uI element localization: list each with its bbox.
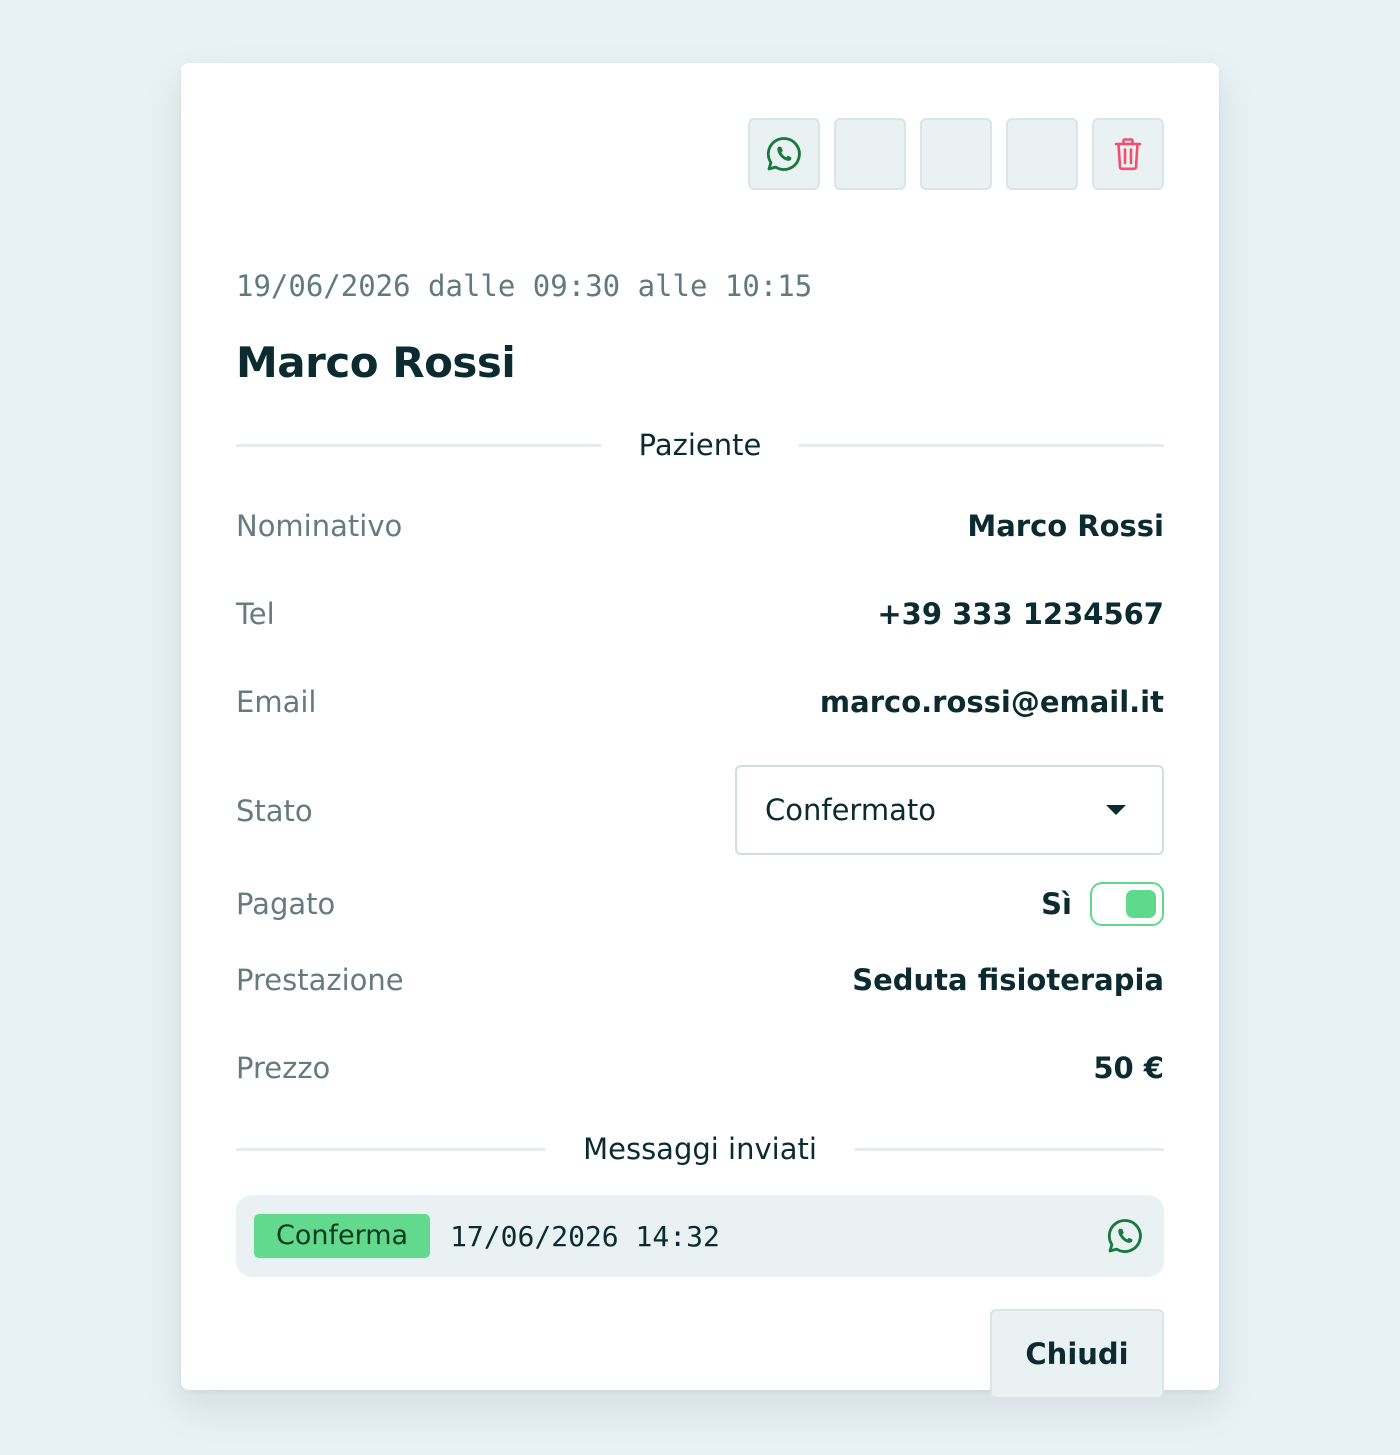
action-button-4[interactable]: [1006, 118, 1078, 190]
name-row: Nominativo Marco Rossi: [236, 504, 1164, 548]
paid-label: Pagato: [236, 887, 336, 921]
divider-line: [854, 1147, 1164, 1151]
sent-message-item: Conferma 17/06/2026 14:32: [236, 1195, 1164, 1277]
action-toolbar: [748, 118, 1164, 190]
service-value: Seduta fisioterapia: [852, 963, 1164, 997]
messages-section-heading: Messaggi inviati: [583, 1132, 817, 1166]
paid-toggle[interactable]: [1090, 882, 1164, 926]
dialog-content: 19/06/2026 dalle 09:30 alle 10:15 Marco …: [236, 63, 1165, 1399]
service-label: Prestazione: [236, 963, 404, 997]
close-button[interactable]: Chiudi: [990, 1309, 1164, 1399]
email-row: Email marco.rossi@email.it: [236, 680, 1164, 724]
patient-section-heading: Paziente: [638, 428, 762, 462]
status-selected-value: Confermato: [765, 793, 936, 827]
name-label: Nominativo: [236, 509, 403, 543]
divider-line: [799, 443, 1165, 447]
name-value: Marco Rossi: [967, 509, 1164, 543]
service-row: Prestazione Seduta fisioterapia: [236, 958, 1164, 1002]
whatsapp-icon: [765, 135, 803, 173]
whatsapp-button[interactable]: [748, 118, 820, 190]
paid-row: Pagato Sì: [236, 882, 1164, 926]
divider-line: [236, 443, 601, 447]
action-button-2[interactable]: [834, 118, 906, 190]
phone-value: +39 333 1234567: [877, 597, 1164, 631]
email-label: Email: [236, 685, 317, 719]
phone-row: Tel +39 333 1234567: [236, 592, 1164, 636]
price-row: Prezzo 50 €: [236, 1046, 1164, 1090]
toggle-knob: [1126, 890, 1156, 918]
trash-icon: [1113, 137, 1143, 171]
appointment-title: Marco Rossi: [236, 338, 516, 387]
price-value: 50 €: [1093, 1051, 1164, 1085]
status-label: Stato: [236, 794, 313, 828]
phone-label: Tel: [236, 597, 275, 631]
delete-button[interactable]: [1092, 118, 1164, 190]
paid-control: Sì: [1041, 882, 1164, 926]
message-datetime: 17/06/2026 14:32: [450, 1219, 720, 1253]
price-label: Prezzo: [236, 1051, 331, 1085]
appointment-datetime: 19/06/2026 dalle 09:30 alle 10:15: [236, 269, 813, 303]
status-select[interactable]: Confermato: [735, 765, 1164, 855]
divider-line: [236, 1147, 546, 1151]
email-value: marco.rossi@email.it: [819, 685, 1164, 719]
message-type-badge: Conferma: [254, 1214, 431, 1258]
appointment-dialog: 19/06/2026 dalle 09:30 alle 10:15 Marco …: [181, 63, 1219, 1399]
messages-section-divider: Messaggi inviati: [236, 1129, 1164, 1169]
whatsapp-icon: [1106, 1217, 1144, 1255]
paid-value: Sì: [1041, 887, 1072, 921]
action-button-3[interactable]: [920, 118, 992, 190]
patient-section-divider: Paziente: [236, 425, 1165, 465]
chevron-down-icon: [1106, 805, 1126, 815]
